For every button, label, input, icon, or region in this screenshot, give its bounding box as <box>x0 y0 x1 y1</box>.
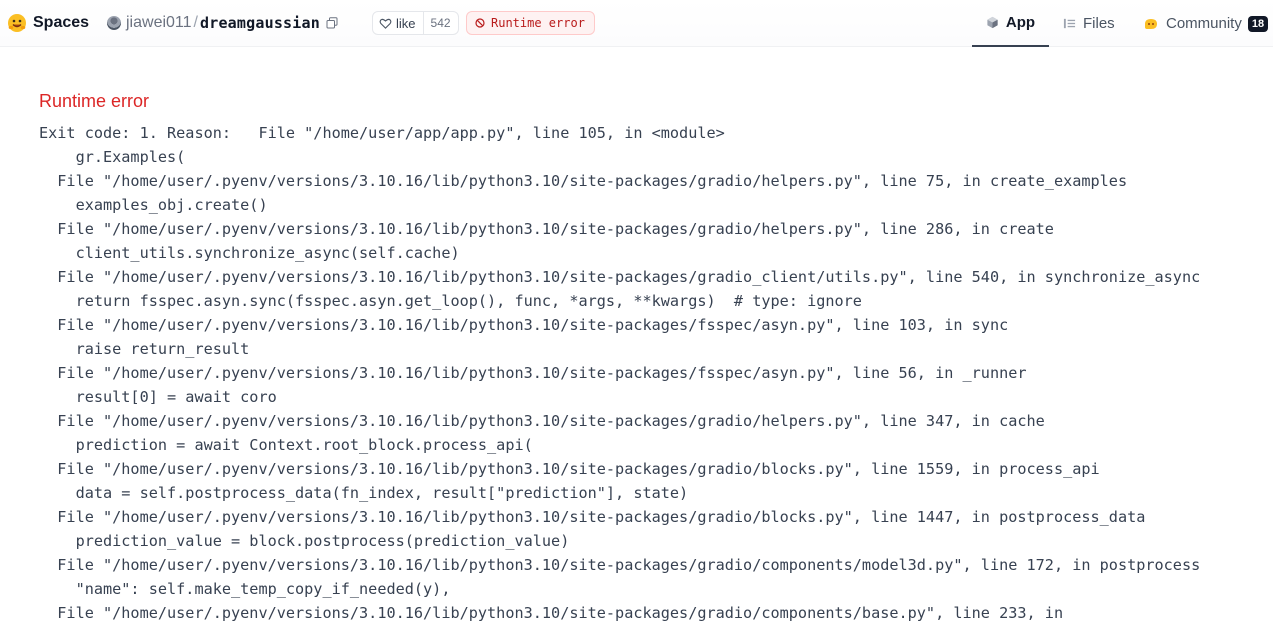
traceback-line: File "/home/user/.pyenv/versions/3.10.16… <box>39 172 1128 190</box>
traceback-line: prediction = await Context.root_block.pr… <box>39 436 533 454</box>
traceback-line: File "/home/user/.pyenv/versions/3.10.16… <box>39 556 1201 574</box>
heart-icon <box>379 18 392 29</box>
traceback-line: "name": self.make_temp_copy_if_needed(y)… <box>39 580 451 598</box>
status-badge: Runtime error <box>466 11 595 35</box>
traceback-line: File "/home/user/.pyenv/versions/3.10.16… <box>39 364 1027 382</box>
traceback-line: return fsspec.asyn.sync(fsspec.asyn.get_… <box>39 292 862 310</box>
traceback-line: prediction_value = block.postprocess(pre… <box>39 532 570 550</box>
error-title: Runtime error <box>39 91 150 111</box>
traceback-line: File "/home/user/.pyenv/versions/3.10.16… <box>39 412 1045 430</box>
cube-icon <box>987 16 998 29</box>
traceback-line: data = self.postprocess_data(fn_index, r… <box>39 484 689 502</box>
traceback-line: gr.Examples( <box>39 148 186 166</box>
breadcrumb: jiawei011 / dreamgaussian <box>107 12 338 34</box>
traceback-line: File "/home/user/.pyenv/versions/3.10.16… <box>39 604 1064 622</box>
spaces-logo-link[interactable]: Spaces <box>7 12 89 34</box>
traceback-line: client_utils.synchronize_async(self.cach… <box>39 244 460 262</box>
tab-files[interactable]: Files <box>1063 0 1115 47</box>
traceback-line: result[0] = await coro <box>39 388 277 406</box>
traceback-line: raise return_result <box>39 340 250 358</box>
like-button[interactable]: like 542 <box>372 11 459 35</box>
hugging-face-icon <box>8 14 26 32</box>
copy-icon[interactable] <box>326 17 338 29</box>
like-label: like <box>396 15 416 31</box>
traceback-line: examples_obj.create() <box>39 196 268 214</box>
breadcrumb-separator: / <box>193 14 198 31</box>
status-text: Runtime error <box>491 16 585 30</box>
traceback-line: File "/home/user/.pyenv/versions/3.10.16… <box>39 316 1009 334</box>
traceback-line: File "/home/user/.pyenv/versions/3.10.16… <box>39 220 1054 238</box>
tab-app-label: App <box>1005 14 1036 31</box>
ban-icon <box>475 18 485 28</box>
error-traceback: Exit code: 1. Reason: File "/home/user/a… <box>39 121 1200 625</box>
tab-community[interactable]: Community 18 <box>1143 0 1269 47</box>
traceback-line: File "/home/user/.pyenv/versions/3.10.16… <box>39 460 1100 478</box>
traceback-line: File "/home/user/.pyenv/versions/3.10.16… <box>39 508 1146 526</box>
like-action[interactable]: like <box>373 16 423 31</box>
tab-files-label: Files <box>1083 15 1115 32</box>
like-count[interactable]: 542 <box>422 12 458 34</box>
tab-app[interactable]: App <box>972 0 1049 47</box>
tab-community-label: Community <box>1166 15 1242 32</box>
top-header: Spaces jiawei011 / dreamgaussian like 54… <box>0 0 1273 47</box>
files-icon <box>1063 18 1076 29</box>
traceback-line: File "/home/user/.pyenv/versions/3.10.16… <box>39 268 1201 286</box>
community-count-badge: 18 <box>1247 15 1269 32</box>
owner-link[interactable]: jiawei011 <box>126 14 192 32</box>
brand-name: Spaces <box>33 14 90 31</box>
repo-name-link[interactable]: dreamgaussian <box>200 14 320 32</box>
traceback-line: Exit code: 1. Reason: File "/home/user/a… <box>39 124 725 142</box>
owner-avatar[interactable] <box>107 16 121 30</box>
community-icon <box>1145 18 1157 29</box>
